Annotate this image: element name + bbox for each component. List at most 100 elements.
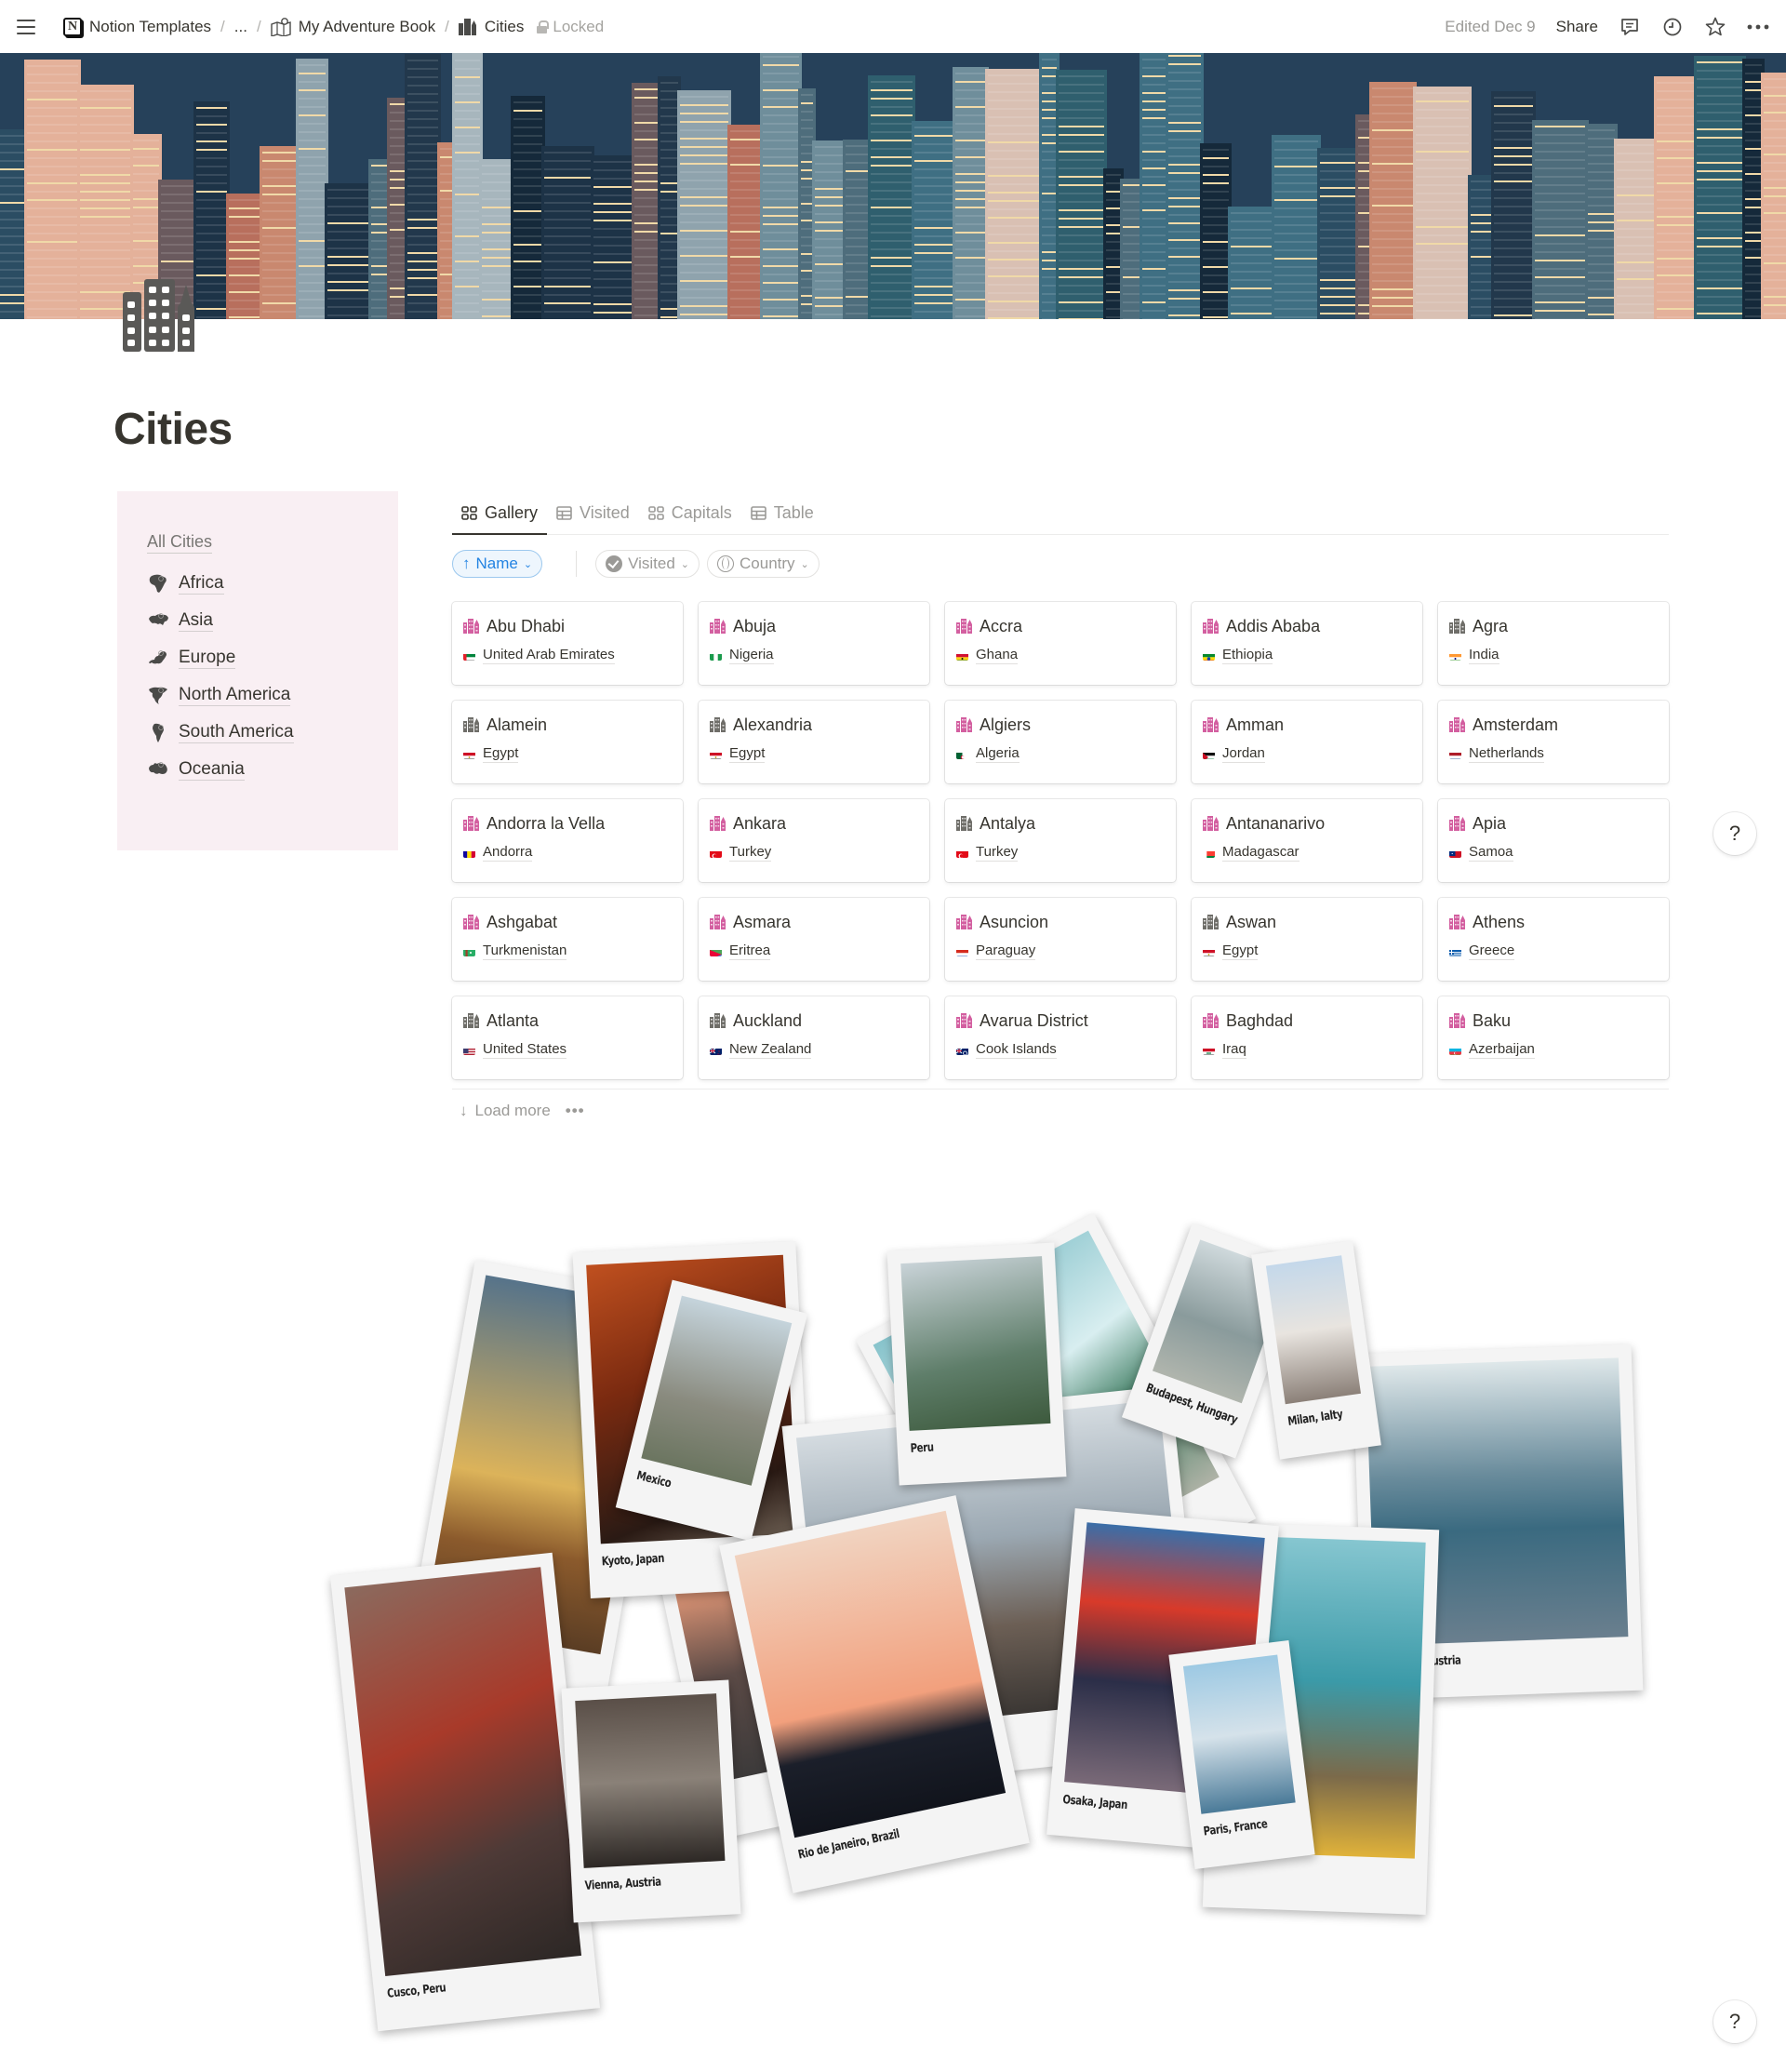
breadcrumb-cities[interactable]: Cities [455, 16, 528, 38]
continent-europe[interactable]: Europe [147, 639, 398, 676]
country-relation[interactable]: Andorra [463, 844, 672, 862]
tab-gallery[interactable]: Gallery [452, 491, 548, 535]
city-card[interactable]: Athens Greece [1438, 898, 1669, 981]
city-card[interactable]: Avarua District Cook Islands [945, 996, 1176, 1079]
city-card[interactable]: Ashgabat Turkmenistan [452, 898, 683, 981]
city-card[interactable]: Amman Jordan [1192, 701, 1422, 783]
country-relation[interactable]: Turkmenistan [463, 942, 672, 960]
breadcrumb-my-adventure-book[interactable]: My Adventure Book [267, 16, 439, 38]
building-window-row [914, 252, 953, 254]
building-window-row [1494, 147, 1533, 149]
load-more-button[interactable]: ↓ Load more ••• [452, 1089, 1669, 1131]
building-window-row [513, 160, 542, 162]
city-card[interactable]: Apia Samoa [1438, 799, 1669, 882]
city-card[interactable]: Algiers Algeria [945, 701, 1176, 783]
more-icon[interactable] [1747, 16, 1769, 38]
breadcrumb-ellipsis[interactable]: ... [231, 16, 251, 38]
city-card[interactable]: Baghdad Iraq [1192, 996, 1422, 1079]
continent-south-america[interactable]: South America [147, 714, 398, 751]
all-cities-link[interactable]: All Cities [147, 532, 213, 554]
city-card[interactable]: Abu Dhabi United Arab Emirates [452, 602, 683, 685]
city-card[interactable]: Abuja Nigeria [699, 602, 929, 685]
building-window-row [1416, 226, 1469, 228]
building-window-row [299, 198, 326, 200]
city-card[interactable]: Aswan Egypt [1192, 898, 1422, 981]
country-relation[interactable]: Azerbaijan [1449, 1041, 1658, 1059]
continent-africa[interactable]: Africa [147, 565, 398, 602]
building-window-row [846, 271, 869, 273]
country-relation[interactable]: New Zealand [710, 1041, 918, 1059]
building-window-row [407, 210, 438, 212]
tab-visited[interactable]: Visited [547, 491, 639, 534]
city-card[interactable]: Ankara Turkey [699, 799, 929, 882]
country-relation[interactable]: Turkey [710, 844, 918, 862]
country-relation[interactable]: United States [463, 1041, 672, 1059]
country-relation[interactable]: Algeria [956, 745, 1165, 763]
help-button[interactable]: ? [1713, 2000, 1756, 2043]
tab-table[interactable]: Table [741, 491, 823, 534]
breadcrumb-notion-templates[interactable]: N Notion Templates [60, 16, 215, 38]
city-card[interactable]: Accra Ghana [945, 602, 1176, 685]
country-relation[interactable]: Eritrea [710, 942, 918, 960]
filter-country-button[interactable]: Country ⌄ [707, 550, 820, 578]
building-window-row [660, 316, 678, 318]
city-card[interactable]: Asmara Eritrea [699, 898, 929, 981]
filter-visited-button[interactable]: Visited ⌄ [595, 550, 700, 578]
country-relation[interactable]: Ethiopia [1203, 647, 1411, 664]
country-relation[interactable]: Egypt [710, 745, 918, 763]
tab-capitals[interactable]: Capitals [639, 491, 741, 534]
country-relation[interactable]: Madagascar [1203, 844, 1411, 862]
city-card[interactable]: Auckland New Zealand [699, 996, 929, 1079]
country-relation[interactable]: United Arab Emirates [463, 647, 672, 664]
help-button[interactable]: ? [1713, 812, 1756, 855]
city-card[interactable]: Atlanta United States [452, 996, 683, 1079]
city-card[interactable]: Addis Ababa Ethiopia [1192, 602, 1422, 685]
building-window-row [914, 277, 953, 279]
country-relation[interactable]: Iraq [1203, 1041, 1411, 1059]
continent-asia[interactable]: Asia [147, 602, 398, 639]
continent-north-america[interactable]: North America [147, 676, 398, 714]
building-window-row [0, 168, 25, 170]
share-button[interactable]: Share [1556, 18, 1598, 36]
city-card[interactable]: Asuncion Paraguay [945, 898, 1176, 981]
country-relation[interactable]: Egypt [463, 745, 672, 763]
clock-icon[interactable] [1661, 16, 1684, 38]
city-card[interactable]: Amsterdam Netherlands [1438, 701, 1669, 783]
locked-indicator[interactable]: Locked [537, 18, 604, 36]
building-window-row [634, 281, 659, 283]
city-card[interactable]: Agra India [1438, 602, 1669, 685]
country-relation[interactable]: Netherlands [1449, 745, 1658, 763]
building-window-row [327, 256, 369, 258]
country-relation[interactable]: Cook Islands [956, 1041, 1165, 1059]
building-window-row [1106, 316, 1121, 318]
country-relation[interactable]: Greece [1449, 942, 1658, 960]
country-relation[interactable]: Turkey [956, 844, 1165, 862]
building-window-row [1059, 193, 1104, 194]
hamburger-icon[interactable] [17, 16, 39, 38]
building-window-row [229, 274, 260, 276]
country-relation[interactable]: Ghana [956, 647, 1165, 664]
building-window-row [1274, 249, 1318, 251]
country-relation[interactable]: India [1449, 647, 1658, 664]
skyline-building [985, 69, 1043, 319]
country-relation[interactable]: Samoa [1449, 844, 1658, 862]
continent-oceania[interactable]: Oceania [147, 751, 398, 788]
country-relation[interactable]: Jordan [1203, 745, 1411, 763]
building-window-row [299, 81, 326, 83]
city-card[interactable]: Baku Azerbaijan [1438, 996, 1669, 1079]
more-icon[interactable]: ••• [566, 1102, 585, 1120]
comment-icon[interactable] [1619, 16, 1641, 38]
building-window-row [680, 213, 728, 215]
city-card[interactable]: Antalya Turkey [945, 799, 1176, 882]
city-card[interactable]: Andorra la Vella Andorra [452, 799, 683, 882]
city-card[interactable]: Antananarivo Madagascar [1192, 799, 1422, 882]
city-card[interactable]: Alexandria Egypt [699, 701, 929, 783]
star-icon[interactable] [1704, 16, 1726, 38]
country-relation[interactable]: Nigeria [710, 647, 918, 664]
sort-name-button[interactable]: ↑ Name ⌄ [452, 550, 543, 578]
country-relation[interactable]: Paraguay [956, 942, 1165, 960]
country-relation[interactable]: Egypt [1203, 942, 1411, 960]
city-card[interactable]: Alamein Egypt [452, 701, 683, 783]
breadcrumb-separator: / [445, 17, 449, 35]
building-window-row [407, 202, 438, 204]
